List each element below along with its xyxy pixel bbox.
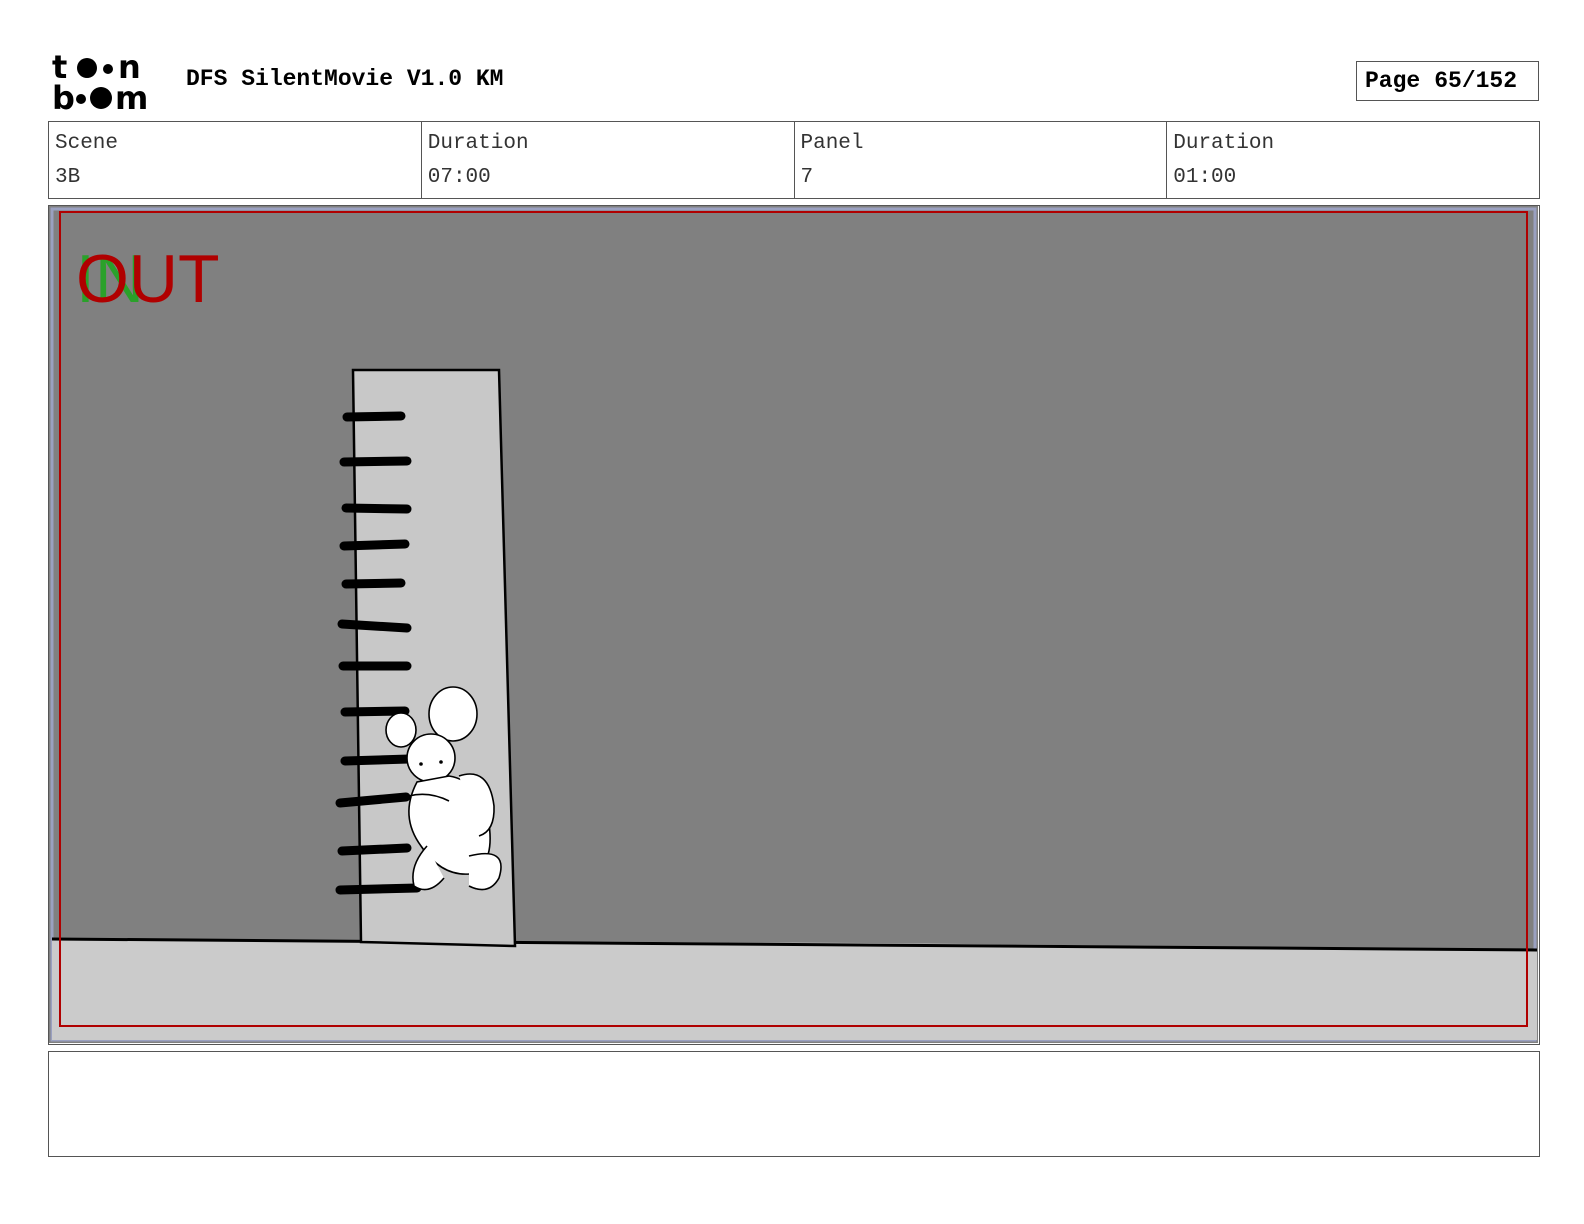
panel-drawing: IN OUT <box>49 206 1538 1043</box>
scene-value: 3B <box>55 166 81 189</box>
scene-duration-value: 07:00 <box>427 166 491 189</box>
panel-label: Panel <box>800 132 864 155</box>
panel-duration-label: Duration <box>1173 132 1275 155</box>
panel-duration-cell: Duration 01:00 <box>1167 122 1539 198</box>
scene-label: Scene <box>55 132 119 155</box>
scene-duration-label: Duration <box>427 132 529 155</box>
document-title: DFS SilentMovie V1.0 KM <box>186 66 504 92</box>
scene-cell: Scene 3B <box>49 122 422 198</box>
toon-boom-logo: t n b m <box>52 48 164 117</box>
page-number: 65/152 <box>1434 68 1518 94</box>
scene-duration-cell: Duration 07:00 <box>422 122 795 198</box>
panel-notes-text <box>49 1052 1539 1064</box>
panel-cell: Panel 7 <box>795 122 1168 198</box>
panel-info-table: Scene 3B Duration 07:00 Panel 7 Duration… <box>48 121 1540 199</box>
ground-area <box>52 939 1537 1040</box>
page-label: Page <box>1365 68 1421 94</box>
page-indicator: Page 65/152 <box>1356 61 1539 101</box>
svg-text:m: m <box>115 79 148 112</box>
panel-notes <box>48 1051 1540 1157</box>
toon-boom-logo-graphic: t n b m <box>52 48 148 117</box>
panel-background <box>49 206 1538 1043</box>
panel-value: 7 <box>800 166 814 189</box>
storyboard-panel: IN OUT <box>48 205 1540 1045</box>
out-marker: OUT <box>76 241 220 317</box>
panel-duration-value: 01:00 <box>1173 166 1237 189</box>
svg-text:b: b <box>52 79 75 112</box>
